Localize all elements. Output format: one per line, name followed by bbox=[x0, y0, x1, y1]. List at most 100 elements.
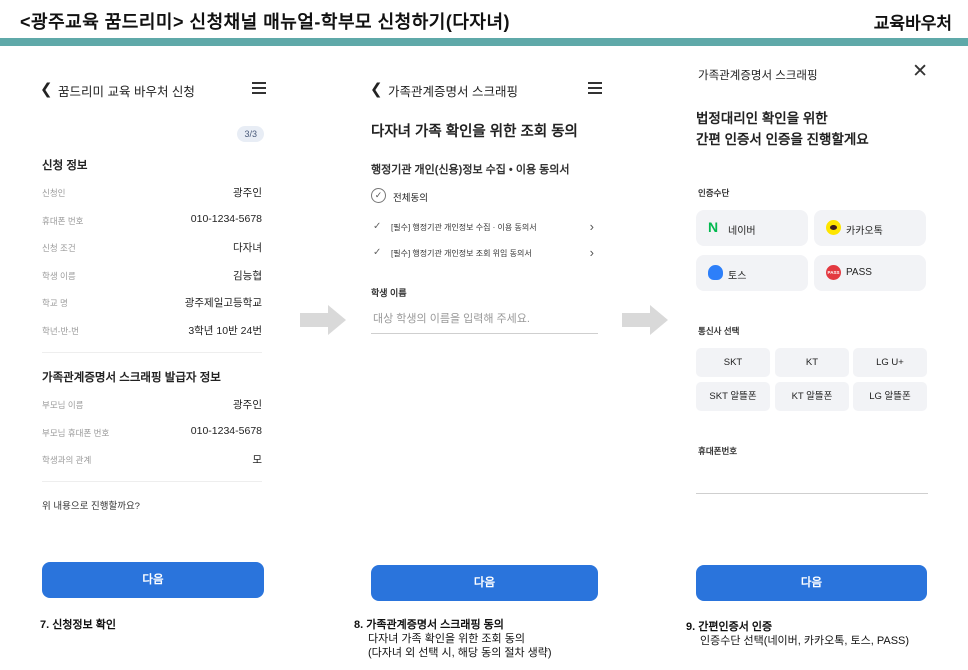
check-icon: ✓ bbox=[373, 221, 382, 232]
carrier-label: 통신사 선택 bbox=[698, 326, 740, 336]
info-row-student-name: 학생 이름 김능협 bbox=[42, 268, 262, 282]
auth-method-name: 카카오톡 bbox=[846, 226, 883, 237]
nav-bar: ❮ 꿈드리미 교육 바우처 신청 bbox=[26, 78, 276, 100]
info-label: 학년-반-번 bbox=[42, 326, 79, 336]
caption-line: (다자녀 외 선택 시, 해당 동의 절차 생략) bbox=[368, 647, 552, 659]
agree-item-delegation[interactable]: ✓ [필수] 행정기관 개인정보 조회 위임 동의서 › bbox=[371, 245, 594, 261]
phone-label: 휴대폰번호 bbox=[698, 446, 738, 456]
section-divider bbox=[42, 352, 262, 353]
info-value: 010-1234-5678 bbox=[190, 213, 262, 225]
info-value: 광주인 bbox=[233, 187, 262, 199]
flow-arrow-icon bbox=[622, 305, 668, 335]
info-value: 광주인 bbox=[233, 399, 262, 411]
next-button[interactable]: 다음 bbox=[696, 565, 927, 601]
carrier-option-kt-mvno[interactable]: KT 알뜰폰 bbox=[775, 382, 849, 411]
check-circle-icon: ✓ bbox=[371, 188, 386, 203]
info-label: 학생 이름 bbox=[42, 271, 76, 281]
next-button[interactable]: 다음 bbox=[371, 565, 598, 601]
carrier-option-lg-mvno[interactable]: LG 알뜰폰 bbox=[853, 382, 927, 411]
hamburger-menu-icon[interactable] bbox=[252, 82, 266, 94]
info-label: 학생과의 관계 bbox=[42, 455, 92, 465]
header-divider-bar bbox=[0, 38, 968, 46]
auth-heading-line2: 간편 인증서 인증을 진행할게요 bbox=[696, 132, 869, 147]
nav-bar: ❮ 가족관계증명서 스크래핑 bbox=[356, 78, 612, 100]
auth-heading-line1: 법정대리인 확인을 위한 bbox=[696, 111, 828, 126]
agree-all-label: 전체동의 bbox=[393, 193, 428, 204]
info-row-grade-class: 학년-반-번 3학년 10반 24번 bbox=[42, 323, 262, 337]
caption-title: 7. 신청정보 확인 bbox=[40, 619, 117, 631]
section-title-issuer: 가족관계증명서 스크래핑 발급자 정보 bbox=[42, 372, 221, 384]
auth-naver-button[interactable]: N 네이버 bbox=[696, 210, 808, 246]
student-name-label: 학생 이름 bbox=[371, 288, 407, 298]
nav-title: 꿈드리미 교육 바우처 신청 bbox=[58, 85, 195, 99]
auth-toss-button[interactable]: 토스 bbox=[696, 255, 808, 291]
auth-method-name: PASS bbox=[846, 267, 872, 278]
chevron-right-icon[interactable]: › bbox=[590, 219, 594, 234]
auth-method-name: 토스 bbox=[728, 271, 747, 282]
toss-icon bbox=[708, 265, 723, 280]
nav-title: 가족관계증명서 스크래핑 bbox=[388, 85, 518, 99]
auth-heading: 법정대리인 확인을 위한 간편 인증서 인증을 진행할게요 bbox=[696, 108, 869, 150]
consent-heading: 다자녀 가족 확인을 위한 조회 동의 bbox=[371, 124, 578, 140]
caption-step-7: 7. 신청정보 확인 bbox=[40, 616, 116, 632]
kakaotalk-icon bbox=[826, 220, 841, 235]
close-icon[interactable]: ✕ bbox=[912, 62, 928, 82]
agree-item-collection[interactable]: ✓ [필수] 행정기관 개인정보 수집 · 이용 동의서 › bbox=[371, 219, 594, 235]
carrier-option-lgu[interactable]: LG U+ bbox=[853, 348, 927, 377]
page-badge: 교육바우처 bbox=[873, 14, 952, 33]
flow-arrow-icon bbox=[300, 305, 346, 335]
info-value: 010-1234-5678 bbox=[190, 425, 262, 437]
info-label: 부모님 이름 bbox=[42, 400, 84, 410]
chevron-right-icon[interactable]: › bbox=[590, 245, 594, 260]
check-icon: ✓ bbox=[373, 247, 382, 258]
screen-application-info: ❮ 꿈드리미 교육 바우처 신청 3/3 신청 정보 신청인 광주인 휴대폰 번… bbox=[26, 60, 276, 605]
carrier-option-kt[interactable]: KT bbox=[775, 348, 849, 377]
info-value: 3학년 10반 24번 bbox=[188, 325, 262, 337]
step-badge: 3/3 bbox=[237, 126, 264, 142]
info-row-parent-name: 부모님 이름 광주인 bbox=[42, 397, 262, 411]
info-row-parent-phone: 부모님 휴대폰 번호 010-1234-5678 bbox=[42, 425, 262, 439]
auth-method-label: 인증수단 bbox=[698, 188, 730, 198]
section-title-application: 신청 정보 bbox=[42, 160, 88, 172]
caption-title: 8. 가족관계증명서 스크래핑 동의 bbox=[354, 619, 504, 631]
agree-item-label: [필수] 행정기관 개인정보 수집 · 이용 동의서 bbox=[391, 223, 537, 232]
info-row-school: 학교 명 광주제일고등학교 bbox=[42, 295, 262, 309]
info-row-phone: 휴대폰 번호 010-1234-5678 bbox=[42, 213, 262, 227]
pass-icon: PASS bbox=[826, 265, 841, 280]
caption-line: 인증수단 선택(네이버, 카카오톡, 토스, PASS) bbox=[700, 635, 910, 647]
info-value: 김능협 bbox=[233, 270, 262, 282]
modal-title: 가족관계증명서 스크래핑 bbox=[698, 70, 818, 82]
info-row-condition: 신청 조건 다자녀 bbox=[42, 240, 262, 254]
info-row-applicant: 신청인 광주인 bbox=[42, 185, 262, 199]
caption-step-9: 9. 간편인증서 인증 인증수단 선택(네이버, 카카오톡, 토스, PASS) bbox=[686, 618, 909, 648]
student-name-input[interactable] bbox=[371, 304, 598, 334]
naver-icon: N bbox=[708, 219, 719, 235]
info-value: 다자녀 bbox=[233, 242, 262, 254]
hamburger-menu-icon[interactable] bbox=[588, 82, 602, 94]
page-header: <광주교육 꿈드리미> 신청채널 매뉴얼-학부모 신청하기(다자녀) 교육바우처 bbox=[0, 0, 968, 38]
info-label: 휴대폰 번호 bbox=[42, 216, 84, 226]
caption-step-8: 8. 가족관계증명서 스크래핑 동의 다자녀 가족 확인을 위한 조회 동의 (… bbox=[354, 616, 552, 660]
screen-scraping-consent: ❮ 가족관계증명서 스크래핑 다자녀 가족 확인을 위한 조회 동의 행정기관 … bbox=[356, 60, 612, 605]
back-arrow-icon[interactable]: ❮ bbox=[40, 80, 53, 98]
auth-kakaotalk-button[interactable]: 카카오톡 bbox=[814, 210, 926, 246]
confirm-question: 위 내용으로 진행할까요? bbox=[42, 501, 140, 512]
carrier-option-skt[interactable]: SKT bbox=[696, 348, 770, 377]
info-label: 부모님 휴대폰 번호 bbox=[42, 428, 110, 438]
caption-line: 다자녀 가족 확인을 위한 조회 동의 bbox=[368, 633, 525, 645]
info-row-relation: 학생과의 관계 모 bbox=[42, 452, 262, 466]
info-label: 신청인 bbox=[42, 188, 66, 198]
info-label: 학교 명 bbox=[42, 298, 68, 308]
section-divider bbox=[42, 481, 262, 482]
auth-method-name: 네이버 bbox=[728, 226, 756, 237]
carrier-option-skt-mvno[interactable]: SKT 알뜰폰 bbox=[696, 382, 770, 411]
info-value: 광주제일고등학교 bbox=[184, 297, 262, 309]
agree-item-label: [필수] 행정기관 개인정보 조회 위임 동의서 bbox=[391, 249, 532, 258]
auth-pass-button[interactable]: PASS PASS bbox=[814, 255, 926, 291]
next-button[interactable]: 다음 bbox=[42, 562, 264, 598]
info-value: 모 bbox=[252, 454, 262, 466]
back-arrow-icon[interactable]: ❮ bbox=[370, 80, 383, 98]
consent-form-title: 행정기관 개인(신용)정보 수집 • 이용 동의서 bbox=[371, 164, 570, 176]
caption-title: 9. 간편인증서 인증 bbox=[686, 621, 773, 633]
phone-input[interactable] bbox=[696, 493, 928, 494]
